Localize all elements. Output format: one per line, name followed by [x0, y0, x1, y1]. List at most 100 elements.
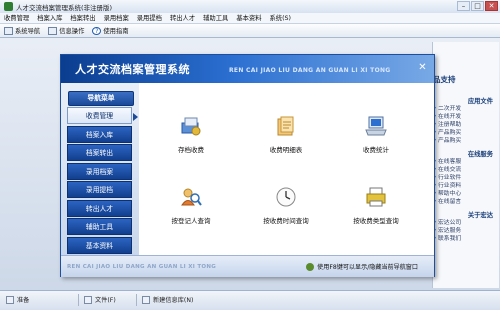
navigation-dialog: 人才交流档案管理系统 REN CAI JIAO LIU DANG AN GUAN…	[60, 54, 435, 277]
toolbar-label: 系统导航	[15, 28, 41, 35]
menu-hired-archive[interactable]: 录用档案	[104, 13, 129, 23]
nav-toolbar-button[interactable]: 系统导航	[4, 26, 40, 35]
nav-list: 收费管理 档案入库 档案转出 录用档案 录用提档 转出人才 辅助工具 基本资料	[67, 107, 138, 255]
section-title: 关于宏达	[467, 212, 493, 219]
panel-link[interactable]: 在线留言	[433, 198, 497, 206]
toolbar-label: 信息操作	[59, 28, 85, 35]
function-label: 收费统计	[363, 146, 389, 154]
title-bar: 人才交流档案管理系统(非注册版) – □ ✕	[0, 0, 500, 14]
type-query-button[interactable]: 按收费类型查询	[341, 186, 411, 225]
ready-icon	[6, 295, 14, 304]
panel-link[interactable]: 行业软件	[433, 174, 497, 182]
nav-header: 导航菜单	[68, 91, 134, 106]
info-hint-icon	[306, 262, 315, 271]
close-icon[interactable]: ✕	[417, 62, 428, 73]
minimize-icon[interactable]: –	[457, 1, 470, 11]
section-title: 应用文件	[467, 98, 493, 105]
panel-link[interactable]: 行业资料	[433, 182, 497, 190]
panel-link[interactable]: 产品购买	[433, 129, 497, 137]
registrar-query-icon	[181, 188, 202, 206]
status-new[interactable]: 新建信息库(N)	[142, 295, 193, 304]
panel-heading: 品支持	[433, 75, 456, 84]
footer-hint: 使用F8键可以显示/隐藏当前导航窗口	[306, 262, 418, 271]
nav-item-archive-in[interactable]: 档案入库	[67, 125, 132, 143]
new-db-icon	[142, 295, 150, 304]
archive-fee-button[interactable]: 存档收费	[156, 115, 226, 154]
menu-transfer-talent[interactable]: 转出人才	[170, 13, 195, 23]
panel-link[interactable]: 产品购买	[433, 137, 497, 145]
status-file-text: 文件(F)	[95, 297, 116, 304]
status-file[interactable]: 文件(F)	[84, 295, 116, 304]
footer-hint-text: 使用F8键可以显示/隐藏当前导航窗口	[317, 264, 418, 271]
nav-icon	[4, 26, 13, 35]
status-bar: 准备 文件(F) 新建信息库(N)	[0, 290, 500, 310]
nav-item-transfer-talent[interactable]: 转出人才	[67, 199, 132, 217]
info-toolbar-button[interactable]: 信息操作	[48, 26, 84, 35]
help-icon: ?	[92, 26, 102, 35]
panel-link[interactable]: 二次开发	[433, 105, 497, 113]
dialog-header: 人才交流档案管理系统 REN CAI JIAO LIU DANG AN GUAN…	[61, 55, 434, 83]
nav-item-hired-withdraw[interactable]: 录用提档	[67, 181, 132, 198]
menu-system[interactable]: 系统(S)	[270, 13, 292, 23]
function-label: 按登记人查询	[171, 217, 211, 225]
status-ready: 准备	[6, 295, 29, 304]
fee-detail-button[interactable]: 收费明细表	[251, 115, 321, 154]
divider	[136, 294, 137, 306]
app-icon	[4, 2, 13, 11]
nav-item-label: 收费管理	[85, 112, 114, 120]
function-label: 存档收费	[178, 146, 204, 154]
status-ready-text: 准备	[17, 297, 30, 304]
menu-fee[interactable]: 收費管理	[4, 13, 29, 23]
panel-link[interactable]: 联系我们	[433, 235, 497, 243]
nav-item-tools[interactable]: 辅助工具	[67, 218, 132, 235]
fee-stats-button[interactable]: 收费统计	[341, 115, 411, 154]
function-label: 收费明细表	[269, 146, 303, 154]
toolbar-label: 使用指南	[103, 28, 129, 35]
maximize-icon[interactable]: □	[471, 1, 484, 11]
menu-archive-in[interactable]: 档案入库	[37, 13, 62, 23]
registrar-query-button[interactable]: 按登记人查询	[156, 186, 226, 225]
status-new-text: 新建信息库(N)	[153, 297, 194, 304]
help-toolbar-button[interactable]: ? 使用指南	[92, 26, 129, 35]
menu-tools[interactable]: 辅助工具	[203, 13, 228, 23]
dialog-footer: REN CAI JIAO LIU DANG AN GUAN LI XI TONG…	[61, 255, 434, 277]
nav-item-hired-archive[interactable]: 录用档案	[67, 162, 132, 180]
archive-fee-icon	[181, 117, 201, 136]
panel-link[interactable]: 帮助中心	[433, 190, 497, 198]
arrow-right-icon	[133, 113, 138, 121]
window-title: 人才交流档案管理系统(非注册版)	[16, 4, 113, 12]
section-title: 在线服务	[467, 151, 493, 158]
footer-watermark: REN CAI JIAO LIU DANG AN GUAN LI XI TONG	[67, 264, 217, 270]
dialog-subtitle: REN CAI JIAO LIU DANG AN GUAN LI XI TONG	[229, 67, 391, 74]
panel-link[interactable]: 宏达公司	[433, 219, 497, 227]
close-window-icon[interactable]: ✕	[485, 1, 498, 11]
function-label: 按收费时间查询	[263, 217, 309, 225]
nav-item-archive-out[interactable]: 档案转出	[67, 144, 132, 161]
menu-hired-withdraw[interactable]: 录用提档	[137, 13, 162, 23]
fee-stats-icon	[365, 116, 387, 136]
nav-item-fee[interactable]: 收费管理	[67, 107, 138, 124]
toolbar: 系统导航 信息操作 ? 使用指南	[0, 24, 500, 38]
type-query-icon	[366, 187, 386, 207]
panel-link[interactable]: 在线交流	[433, 166, 497, 174]
function-label: 按收费类型查询	[353, 217, 399, 225]
nav-sidebar: 导航菜单 收费管理 档案入库 档案转出 录用档案 录用提档 转出人才 辅助工具 …	[61, 83, 139, 255]
dialog-title: 人才交流档案管理系统	[75, 63, 190, 76]
file-icon	[84, 295, 92, 304]
panel-links: 应用文件 二次开发 在线开发 注册帮助 产品购买 产品购买 在线服务 在线客服 …	[433, 92, 497, 243]
window-controls: – □ ✕	[457, 1, 498, 11]
panel-link[interactable]: 宏达服务	[433, 227, 497, 235]
menu-basic-data[interactable]: 基本资料	[236, 13, 261, 23]
panel-link[interactable]: 在线开发	[433, 113, 497, 121]
menu-archive-out[interactable]: 档案转出	[70, 13, 95, 23]
panel-link[interactable]: 注册帮助	[433, 121, 497, 129]
clock-query-button[interactable]: 按收费时间查询	[251, 186, 321, 225]
function-panel: 存档收费 收费明细表 收费统计 按登记人查询 按收费时间查询 按收费类型查询	[139, 83, 434, 255]
clock-query-icon	[276, 187, 296, 207]
menu-bar: 收費管理 档案入库 档案转出 录用档案 录用提档 转出人才 辅助工具 基本资料 …	[0, 13, 500, 24]
divider	[78, 294, 79, 306]
right-panel: 品支持 应用文件 二次开发 在线开发 注册帮助 产品购买 产品购买 在线服务 在…	[432, 42, 499, 288]
info-icon	[48, 26, 58, 35]
nav-item-basic-data[interactable]: 基本资料	[67, 236, 132, 254]
panel-link[interactable]: 在线客服	[433, 158, 497, 166]
